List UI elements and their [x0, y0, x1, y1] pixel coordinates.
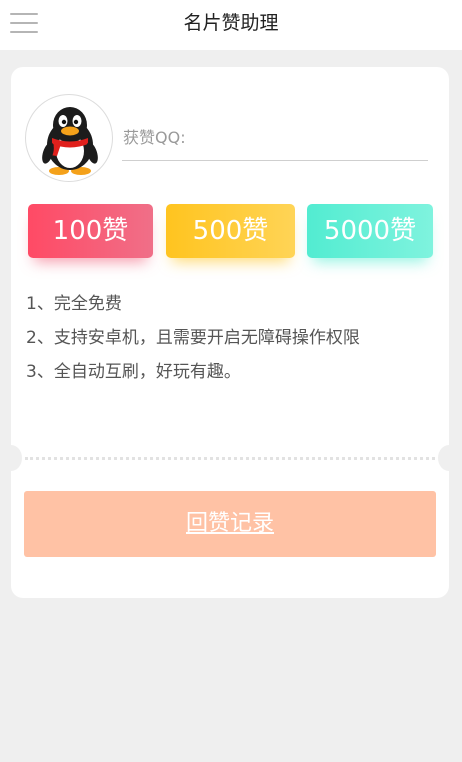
- top-bar: 名片赞助理: [0, 0, 462, 50]
- ticket-notch-right: [438, 445, 460, 471]
- qq-penguin-logo: [25, 94, 113, 182]
- ticket-notch-left: [0, 445, 22, 471]
- rule-item: 1、完全免费: [26, 294, 122, 314]
- main-card: 获赞QQ: 100赞 500赞 5000赞 1、完全免费 2、支持安卓机，且需要…: [0, 67, 460, 598]
- rule-item: 3、全自动互刷，好玩有趣。: [26, 362, 241, 382]
- like-100-button[interactable]: 100赞: [28, 204, 153, 258]
- qq-number-input[interactable]: [201, 119, 426, 149]
- like-records-button[interactable]: 回赞记录: [24, 491, 436, 557]
- input-underline: [122, 160, 428, 161]
- rules-list: 1、完全免费 2、支持安卓机，且需要开启无障碍操作权限 3、全自动互刷，好玩有趣…: [26, 293, 360, 395]
- page-title: 名片赞助理: [183, 12, 279, 34]
- like-500-button[interactable]: 500赞: [166, 204, 295, 258]
- qq-field-label: 获赞QQ:: [123, 128, 186, 147]
- rule-item: 2、支持安卓机，且需要开启无障碍操作权限: [26, 328, 360, 348]
- like-5000-button[interactable]: 5000赞: [307, 204, 433, 258]
- dotted-divider: [25, 457, 435, 460]
